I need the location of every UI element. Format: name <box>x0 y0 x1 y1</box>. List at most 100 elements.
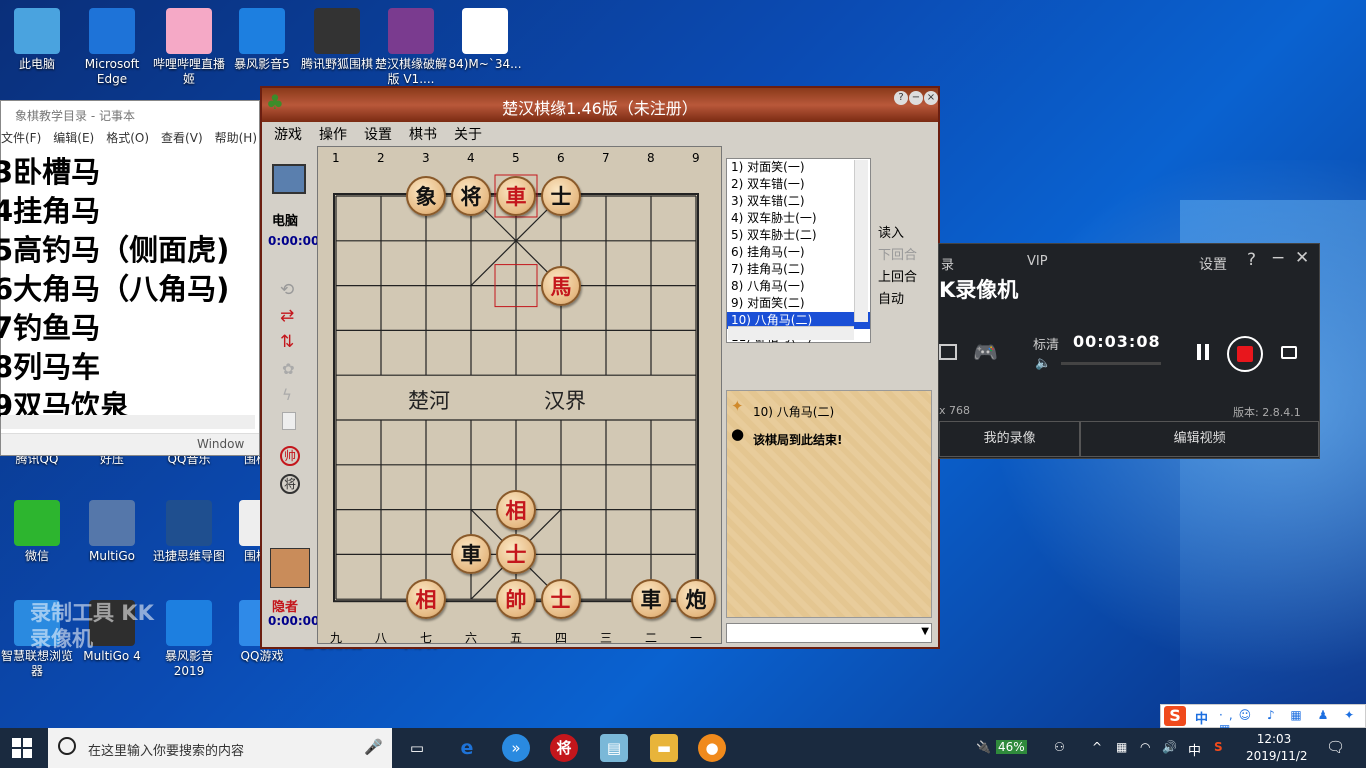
my-videos-button[interactable]: 我的录像 <box>939 421 1081 457</box>
move-list-item[interactable]: 2) 双车错(一) <box>727 176 870 193</box>
auto-button[interactable]: 自动 <box>878 288 904 307</box>
camera-icon[interactable] <box>1281 346 1297 359</box>
vip-label[interactable]: VIP <box>1027 254 1048 269</box>
notepad-window[interactable]: 象棋教学目录 - 记事本 文件(F) 编辑(E) 格式(O) 查看(V) 帮助(… <box>0 100 260 456</box>
lenovo-browser-taskbar-icon[interactable]: » <box>502 734 530 762</box>
desktop-icon-foxgo[interactable]: 腾讯野狐围棋 <box>300 8 374 72</box>
chess-piece[interactable]: 相 <box>406 579 446 620</box>
task-view-icon[interactable]: ▭ <box>403 734 431 762</box>
move-list-hscroll[interactable] <box>728 326 854 340</box>
settings-link[interactable]: 设置 <box>1199 254 1227 274</box>
edit-video-button[interactable]: 编辑视频 <box>1080 421 1319 457</box>
microphone-icon[interactable]: 🎤 <box>364 738 383 756</box>
move-list-item[interactable]: 3) 双车错(二) <box>727 193 870 210</box>
kk-recorder-taskbar-icon[interactable]: ● <box>698 734 726 762</box>
chess-piece[interactable]: 士 <box>541 176 581 216</box>
move-list-item[interactable]: 4) 双车胁士(一) <box>727 210 870 227</box>
volume-icon[interactable]: 🔊 <box>1162 740 1177 754</box>
chess-piece[interactable]: 馬 <box>541 265 581 306</box>
start-button[interactable] <box>12 738 32 758</box>
stop-record-button[interactable] <box>1227 336 1263 372</box>
edge-taskbar-icon[interactable]: e <box>453 734 481 762</box>
move-list[interactable]: 1) 对面笑(一) 2) 双车错(一) 3) 双车错(二) 4) 双车胁士(一) 5) … <box>726 158 871 344</box>
file-explorer-icon[interactable]: ▬ <box>650 734 678 762</box>
move-list-vscroll[interactable] <box>854 160 868 322</box>
screen-mode-icon[interactable] <box>939 344 957 360</box>
chess-piece[interactable]: 士 <box>541 579 581 620</box>
chess-piece[interactable]: 将 <box>451 176 491 216</box>
notepad-horizontal-scrollbar[interactable] <box>1 415 255 429</box>
red-side-icon[interactable]: 帅 <box>280 446 300 466</box>
chess-app-window[interactable]: ♣ 楚汉棋缘1.46版（未注册） ? − × 游戏 操作 设置 棋书 关于 电脑… <box>260 86 940 649</box>
notification-icon[interactable]: 🗨 <box>1326 738 1345 756</box>
chess-titlebar[interactable]: ♣ 楚汉棋缘1.46版（未注册） ? − × <box>262 88 938 122</box>
desktop-icon-storm-player[interactable]: 暴风影音5 <box>225 8 299 72</box>
desktop-icon-image-file[interactable]: 84)M~`34... <box>448 8 522 72</box>
desktop-icon-computer[interactable]: 此电脑 <box>0 8 74 72</box>
chess-piece[interactable]: 炮 <box>676 579 716 620</box>
close-icon[interactable]: ✕ <box>1295 248 1309 268</box>
chess-piece[interactable]: 帥 <box>496 579 536 620</box>
move-list-item[interactable]: 7) 挂角马(二) <box>727 261 870 278</box>
help-button[interactable]: ? <box>1247 250 1256 270</box>
pause-icon[interactable] <box>1197 344 1209 360</box>
quality-label[interactable]: 标清 <box>1033 334 1059 353</box>
game-mode-icon[interactable]: 🎮 <box>973 340 998 364</box>
notepad-menu-view[interactable]: 查看(V) <box>161 129 203 151</box>
minimize-icon[interactable]: − <box>1271 248 1285 268</box>
desktop-icon-winrar[interactable]: 楚汉棋缘破解版 V1.... <box>374 8 448 87</box>
close-icon[interactable]: × <box>924 91 938 105</box>
move-list-item[interactable]: 9) 对面笑(二) <box>727 295 870 312</box>
desktop-icon-multigo[interactable]: MultiGo <box>75 500 149 564</box>
volume-icon[interactable]: 🔈 <box>1035 356 1051 371</box>
swap-icon[interactable]: ⇄ <box>280 306 294 326</box>
move-list-item[interactable]: 1) 对面笑(一) <box>727 159 870 176</box>
hint-icon[interactable]: ✿ <box>282 360 295 378</box>
sogou-ime-mode[interactable]: 中 <box>1195 708 1208 727</box>
chess-piece[interactable]: 車 <box>631 579 671 620</box>
volume-bar[interactable] <box>1061 362 1161 365</box>
wifi-icon[interactable]: ◠ <box>1140 740 1150 754</box>
minimize-icon[interactable]: − <box>909 91 923 105</box>
load-button[interactable]: 读入 <box>878 222 904 241</box>
chess-piece[interactable]: 象 <box>406 176 446 216</box>
move-list-item[interactable]: 6) 挂角马(一) <box>727 244 870 261</box>
sogou-ime-bar[interactable]: S 中 ·,☺ ♪ ▦ ♟ ✦ ▦ <box>1160 704 1366 736</box>
notepad-menu-help[interactable]: 帮助(H) <box>215 129 257 151</box>
menu-game[interactable]: 游戏 <box>274 124 302 146</box>
battery-percent[interactable]: 46% <box>996 740 1027 754</box>
chevron-down-icon[interactable]: ▼ <box>921 626 929 637</box>
power-plug-icon[interactable]: 🔌 <box>976 740 991 754</box>
desktop-icon-bilibili[interactable]: 哔哩哔哩直播姬 <box>152 8 226 87</box>
move-list-item[interactable]: 8) 八角马(一) <box>727 278 870 295</box>
chess-piece[interactable]: 車 <box>496 176 536 216</box>
notepad-menu-file[interactable]: 文件(F) <box>1 129 41 151</box>
next-round-button[interactable]: 下回合 <box>878 244 917 263</box>
notepad-taskbar-icon[interactable]: ▤ <box>600 734 628 762</box>
page-icon[interactable] <box>282 412 296 430</box>
desktop-icon-mindmap[interactable]: 迅捷思维导图 <box>152 500 226 564</box>
menu-chessbook[interactable]: 棋书 <box>409 124 437 146</box>
menu-about[interactable]: 关于 <box>454 124 482 146</box>
taskbar-search-box[interactable]: 在这里输入你要搜索的内容 🎤 <box>48 728 392 768</box>
recorder-window[interactable]: 录 VIP 设置 ? − ✕ K录像机 🎮 标清 🔈 00:03:08 x 76… <box>938 243 1320 459</box>
comment-combo[interactable]: ▼ <box>726 623 932 643</box>
chess-board[interactable]: 楚河 汉界 123456789九八七六五四三二一象将車士馬相車士相帥士車炮 <box>317 146 722 645</box>
taskbar-clock[interactable]: 12:03 2019/11/2 <box>1246 731 1308 765</box>
flip-icon[interactable]: ⟲ <box>280 280 294 300</box>
notepad-menu-format[interactable]: 格式(O) <box>106 129 149 151</box>
lightning-icon[interactable]: ϟ <box>282 386 292 404</box>
chess-app-taskbar-icon[interactable]: 将 <box>550 734 578 762</box>
prev-round-button[interactable]: 上回合 <box>878 266 917 285</box>
tray-expand-icon[interactable]: ^ <box>1092 740 1102 754</box>
sogou-tray-icon[interactable]: S <box>1214 740 1223 754</box>
desktop-icon-wechat[interactable]: 微信 <box>0 500 74 564</box>
updown-icon[interactable]: ⇅ <box>280 332 294 352</box>
notepad-text-area[interactable]: 3卧槽马 4挂角马 5高钓马（侧面虎) 6大角马（八角马) 7钓鱼马 8列马车 … <box>0 151 259 426</box>
menu-operation[interactable]: 操作 <box>319 124 347 146</box>
chess-piece[interactable]: 相 <box>496 489 536 530</box>
network-icon[interactable]: ▦ <box>1116 740 1127 754</box>
people-icon[interactable]: ⚇ <box>1054 740 1065 754</box>
black-side-icon[interactable]: 将 <box>280 474 300 494</box>
desktop-icon-edge[interactable]: Microsoft Edge <box>75 8 149 87</box>
